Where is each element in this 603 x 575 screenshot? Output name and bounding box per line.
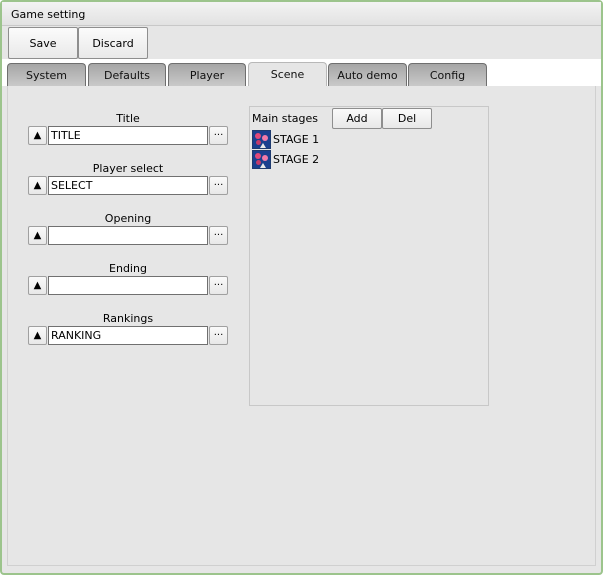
main-stages-box: Main stages Add Del STAGE 1 STAGE 2	[249, 106, 489, 406]
tab-auto-demo[interactable]: Auto demo	[328, 63, 407, 86]
tab-defaults[interactable]: Defaults	[88, 63, 166, 86]
scene-label-title: Title	[116, 112, 140, 125]
scene-field-opening[interactable]	[48, 226, 208, 245]
stage-thumbnail-icon	[252, 130, 271, 149]
browse-ellipsis-button[interactable]: ···	[209, 226, 228, 245]
scene-label-ending: Ending	[109, 262, 147, 275]
scene-field-title[interactable]: TITLE	[48, 126, 208, 145]
tab-player[interactable]: Player	[168, 63, 246, 86]
scene-field-ending[interactable]	[48, 276, 208, 295]
tab-config[interactable]: Config	[408, 63, 487, 86]
move-up-arrow-icon[interactable]: ▲	[28, 226, 47, 245]
stage-thumbnail-icon	[252, 150, 271, 169]
discard-button[interactable]: Discard	[78, 27, 148, 59]
tab-scene[interactable]: Scene	[248, 62, 327, 86]
tab-system[interactable]: System	[7, 63, 86, 86]
save-button[interactable]: Save	[8, 27, 78, 59]
scene-panel: Title ▲ TITLE ··· Player select ▲ SELECT…	[7, 86, 596, 566]
stage-label: STAGE 1	[273, 133, 320, 146]
main-stages-header: Main stages	[252, 112, 319, 125]
scene-field-player-select[interactable]: SELECT	[48, 176, 208, 195]
tab-strip: System Defaults Player Scene Auto demo C…	[2, 59, 601, 86]
scene-label-rankings: Rankings	[102, 312, 154, 325]
move-up-arrow-icon[interactable]: ▲	[28, 326, 47, 345]
delete-stage-button[interactable]: Del	[382, 108, 432, 129]
move-up-arrow-icon[interactable]: ▲	[28, 126, 47, 145]
move-up-arrow-icon[interactable]: ▲	[28, 176, 47, 195]
game-setting-window: Game setting Save Discard System Default…	[0, 0, 603, 575]
browse-ellipsis-button[interactable]: ···	[209, 176, 228, 195]
scene-label-opening: Opening	[104, 212, 152, 225]
move-up-arrow-icon[interactable]: ▲	[28, 276, 47, 295]
browse-ellipsis-button[interactable]: ···	[209, 326, 228, 345]
list-item[interactable]: STAGE 1	[252, 130, 319, 149]
title-bar: Game setting	[2, 2, 601, 26]
add-stage-button[interactable]: Add	[332, 108, 382, 129]
scene-field-rankings[interactable]: RANKING	[48, 326, 208, 345]
scene-label-player-select: Player select	[92, 162, 164, 175]
browse-ellipsis-button[interactable]: ···	[209, 276, 228, 295]
window-title: Game setting	[11, 8, 86, 21]
list-item[interactable]: STAGE 2	[252, 150, 319, 169]
stage-label: STAGE 2	[273, 153, 320, 166]
browse-ellipsis-button[interactable]: ···	[209, 126, 228, 145]
